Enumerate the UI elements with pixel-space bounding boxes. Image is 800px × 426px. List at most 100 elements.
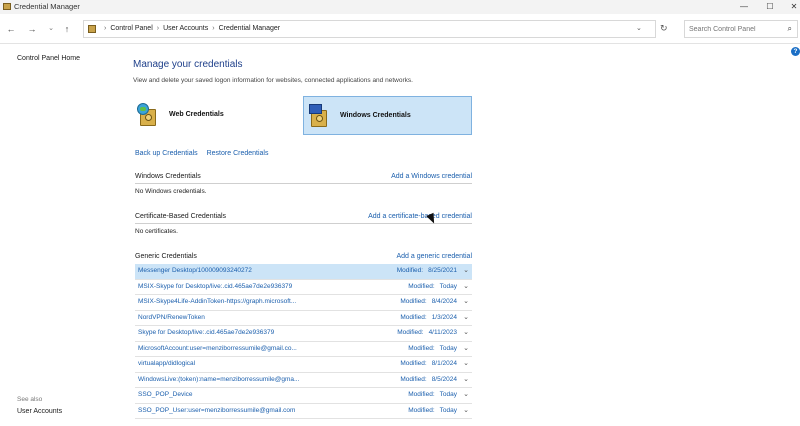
modified-label: Modified:	[400, 375, 427, 383]
backup-credentials-link[interactable]: Back up Credentials	[135, 150, 198, 157]
help-icon[interactable]: ?	[791, 47, 800, 56]
modified-label: Modified:	[400, 313, 427, 321]
modified-date: 8/4/2024	[431, 298, 457, 305]
windows-credentials-label: Windows Credentials	[340, 112, 411, 119]
chevron-right-icon: ›	[104, 25, 107, 32]
credential-row[interactable]: NordVPN/RenewToken Modified: 1/3/2024 ⌄	[135, 311, 472, 326]
credential-modified: Modified: 8/4/2024	[400, 298, 457, 305]
credential-name[interactable]: SSO_POP_Device	[138, 391, 193, 398]
section-title: Windows Credentials	[135, 173, 201, 180]
credential-modified: Modified: Today	[408, 283, 457, 290]
expand-chevron-icon[interactable]: ⌄	[463, 344, 469, 352]
windows-credentials-tile[interactable]: Windows Credentials	[303, 96, 472, 135]
backup-restore-links: Back up Credentials Restore Credentials	[135, 150, 275, 157]
credential-name[interactable]: MSIX-Skype for Desktop/live:.cid.465ae7d…	[138, 283, 292, 290]
expand-chevron-icon[interactable]: ⌄	[463, 375, 469, 383]
modified-label: Modified:	[408, 406, 435, 414]
modified-label: Modified:	[396, 267, 424, 274]
web-credentials-tile[interactable]: Web Credentials	[133, 96, 301, 135]
modified-date: 8/5/2024	[431, 375, 457, 383]
credential-name[interactable]: SSO_POP_User:user=menziborressumile@gmai…	[138, 407, 295, 414]
expand-chevron-icon[interactable]: ⌄	[463, 313, 469, 321]
expand-chevron-icon[interactable]: ⌄	[463, 266, 469, 274]
search-input[interactable]	[689, 22, 785, 36]
expand-chevron-icon[interactable]: ⌄	[463, 282, 469, 290]
modified-date: Today	[439, 406, 457, 414]
see-also-label: See also	[17, 396, 43, 403]
web-credentials-label: Web Credentials	[169, 111, 224, 118]
add-certificate-credential-link[interactable]: Add a certificate-based credential	[368, 213, 472, 220]
search-box[interactable]: ⌕	[684, 20, 798, 38]
forward-arrow-icon[interactable]: →	[26, 23, 38, 35]
breadcrumb-user-accounts[interactable]: User Accounts	[163, 25, 208, 32]
windows-credentials-section: Windows Credentials Add a Windows creden…	[135, 171, 472, 195]
modified-date: 8/1/2024	[431, 360, 457, 367]
window-title: Credential Manager	[14, 2, 80, 11]
expand-chevron-icon[interactable]: ⌄	[463, 328, 469, 336]
title-bar: Credential Manager — ☐ ✕	[0, 0, 800, 14]
back-arrow-icon[interactable]: ←	[5, 23, 17, 35]
credential-row[interactable]: Skype for Desktop/live:.cid.465ae7de2e93…	[135, 326, 472, 342]
modified-date: Today	[439, 282, 457, 290]
credential-row[interactable]: Messenger Desktop/100009093240272 Modifie…	[135, 264, 472, 280]
credential-name[interactable]: NordVPN/RenewToken	[138, 314, 205, 321]
credential-name[interactable]: MicrosoftAccount:user=menziborressumile@…	[138, 345, 297, 352]
modified-label: Modified:	[400, 298, 427, 305]
breadcrumb-credential-manager[interactable]: Credential Manager	[219, 25, 280, 32]
modified-date: 4/11/2023	[428, 329, 457, 336]
restore-credentials-link[interactable]: Restore Credentials	[207, 150, 269, 157]
up-arrow-icon[interactable]: ↑	[61, 23, 73, 35]
credential-row[interactable]: SSO_POP_Device Modified: Today ⌄	[135, 388, 472, 404]
credential-name[interactable]: WindowsLive:(token):name=menziborressumi…	[138, 376, 299, 383]
credential-name[interactable]: Skype for Desktop/live:.cid.465ae7de2e93…	[138, 329, 274, 336]
modified-label: Modified:	[397, 329, 424, 336]
modified-date: 1/3/2024	[431, 313, 457, 321]
section-title: Generic Credentials	[135, 253, 197, 260]
expand-chevron-icon[interactable]: ⌄	[463, 297, 469, 305]
credential-name[interactable]: MSIX-Skype4Life-AddinToken-https://graph…	[138, 298, 296, 305]
modified-label: Modified:	[400, 360, 427, 367]
certificate-credentials-section: Certificate-Based Credentials Add a cert…	[135, 211, 472, 235]
recent-locations-chevron-icon[interactable]: ⌄	[45, 23, 57, 35]
address-dropdown-icon[interactable]: ⌄	[636, 24, 645, 33]
credential-row[interactable]: SSO_POP_User:user=menziborressumile@gmai…	[135, 404, 472, 419]
expand-chevron-icon[interactable]: ⌄	[463, 406, 469, 414]
modified-label: Modified:	[408, 282, 435, 290]
breadcrumb: › Control Panel › User Accounts › Credential …	[100, 25, 280, 32]
credential-row[interactable]: virtualapp/didlogical Modified: 8/1/2024 ⌄	[135, 357, 472, 373]
credential-modified: Modified: Today	[408, 407, 457, 414]
credential-modified: Modified: 8/25/2021	[397, 267, 457, 274]
chevron-right-icon[interactable]: ›	[157, 25, 159, 32]
generic-credentials-list: Messenger Desktop/100009093240272 Modifie…	[135, 264, 472, 419]
empty-message: No Windows credentials.	[135, 188, 207, 195]
minimize-button[interactable]: —	[730, 0, 758, 14]
section-title: Certificate-Based Credentials	[135, 213, 227, 220]
credential-row[interactable]: WindowsLive:(token):name=menziborressumi…	[135, 373, 472, 388]
credential-row[interactable]: MSIX-Skype4Life-AddinToken-https://graph…	[135, 295, 472, 311]
empty-message: No certificates.	[135, 228, 178, 235]
breadcrumb-control-panel[interactable]: Control Panel	[110, 25, 152, 32]
credential-modified: Modified: 8/5/2024	[400, 376, 457, 383]
expand-chevron-icon[interactable]: ⌄	[463, 390, 469, 398]
modified-date: Today	[439, 344, 457, 352]
control-panel-home-link[interactable]: Control Panel Home	[17, 55, 80, 62]
page-description: View and delete your saved logon informa…	[133, 77, 413, 84]
refresh-icon[interactable]: ↻	[660, 23, 668, 34]
modified-date: Today	[439, 391, 457, 398]
search-icon[interactable]: ⌕	[788, 24, 792, 34]
credential-row[interactable]: MSIX-Skype for Desktop/live:.cid.465ae7d…	[135, 280, 472, 295]
user-accounts-link[interactable]: User Accounts	[17, 408, 62, 415]
address-bar[interactable]: › Control Panel › User Accounts › Credential …	[83, 20, 656, 38]
expand-chevron-icon[interactable]: ⌄	[463, 359, 469, 367]
credential-name[interactable]: Messenger Desktop/100009093240272	[138, 267, 252, 274]
address-bar-row: ← → ⌄ ↑ › Control Panel › User Accounts › Cre…	[0, 14, 800, 44]
chevron-right-icon[interactable]: ›	[212, 25, 214, 32]
control-panel-icon	[88, 25, 96, 33]
credential-name[interactable]: virtualapp/didlogical	[138, 360, 195, 367]
add-windows-credential-link[interactable]: Add a Windows credential	[391, 173, 472, 180]
credential-row[interactable]: MicrosoftAccount:user=menziborressumile@…	[135, 342, 472, 357]
add-generic-credential-link[interactable]: Add a generic credential	[397, 253, 473, 260]
close-button[interactable]: ✕	[780, 0, 800, 14]
credential-modified: Modified: Today	[408, 345, 457, 352]
generic-credentials-section: Generic Credentials Add a generic creden…	[135, 251, 472, 264]
